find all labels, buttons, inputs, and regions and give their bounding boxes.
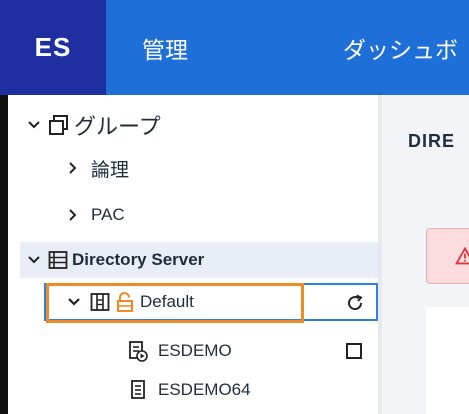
top-bar: ES 管理 ダッシュボ: [0, 0, 469, 95]
app-logo[interactable]: ES: [0, 0, 106, 95]
server-icon: [48, 250, 68, 270]
esdemo-checkbox[interactable]: [346, 343, 362, 359]
tree-item-label: ESDEMO: [158, 341, 232, 360]
tree-item-label: PAC: [91, 205, 125, 224]
group-icon: [48, 114, 70, 136]
window-frame: [0, 95, 8, 414]
nav-admin[interactable]: 管理: [142, 0, 188, 95]
tree-item-label: 論理: [91, 159, 130, 181]
tree-item-label: グループ: [74, 114, 161, 139]
chevron-right-icon[interactable]: [63, 205, 83, 225]
alert-banner: [426, 228, 469, 284]
nav-dashboard[interactable]: ダッシュボ: [343, 0, 458, 95]
refresh-icon[interactable]: [344, 292, 366, 314]
tree-item-default[interactable]: Default: [44, 283, 378, 321]
tree-item-label: ESDEMO64: [158, 380, 251, 399]
server-icon: [128, 379, 148, 401]
unlock-icon: [116, 292, 134, 312]
sidebar-tree: グループ 論理 PAC Directory Server Default ESD…: [8, 95, 378, 414]
tree-item-directory-server[interactable]: Directory Server: [20, 242, 378, 278]
chevron-down-icon[interactable]: [24, 115, 44, 135]
region-icon: [90, 292, 110, 312]
warning-icon: [455, 247, 469, 265]
main-panel: DIRE: [382, 95, 469, 414]
tree-item-esdemo64[interactable]: ESDEMO64: [128, 374, 378, 406]
chevron-down-icon[interactable]: [24, 250, 44, 270]
server-running-icon: [128, 340, 148, 362]
tree-item-label: Directory Server: [72, 250, 205, 269]
page-title: DIRE: [408, 131, 456, 151]
tree-item-group[interactable]: グループ: [24, 107, 394, 143]
chevron-right-icon[interactable]: [63, 158, 83, 178]
chevron-down-icon[interactable]: [64, 292, 84, 312]
tree-item-esdemo[interactable]: ESDEMO: [128, 335, 378, 367]
tree-item-label: Default: [140, 292, 194, 311]
content-panel: [426, 307, 469, 414]
